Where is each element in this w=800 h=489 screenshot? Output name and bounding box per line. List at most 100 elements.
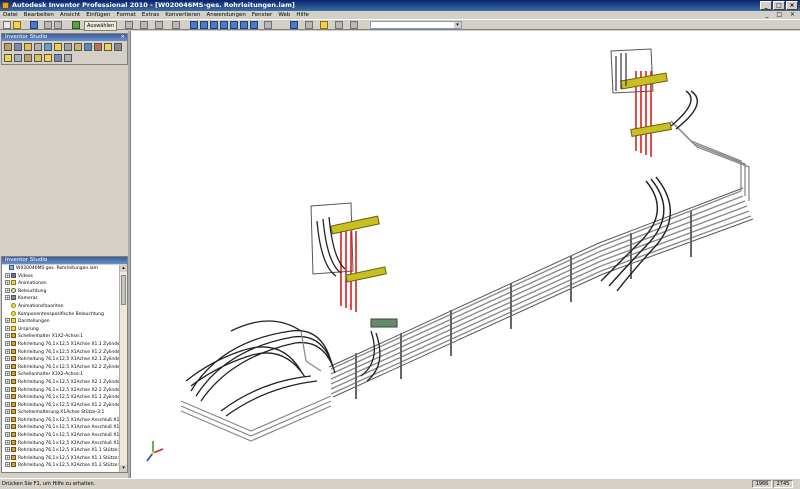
zoom-all-icon[interactable]	[190, 21, 198, 29]
shadow-icon[interactable]	[320, 21, 328, 29]
animate-fades-icon[interactable]	[104, 43, 112, 51]
animation-timeline-icon[interactable]	[84, 43, 92, 51]
camera-icon[interactable]	[305, 21, 313, 29]
minimize-button[interactable]: _	[760, 1, 772, 10]
tree-item[interactable]: + Schellenhalter X1X2-Achse:1	[2, 333, 120, 341]
redo-icon[interactable]	[54, 21, 62, 29]
studio-settings-icon[interactable]	[64, 54, 72, 62]
expand-icon[interactable]: +	[5, 409, 10, 415]
tree-item[interactable]: + Rohrleitung 76,1×12,5 X2Achse X1.1 Zyli…	[2, 394, 120, 402]
parameter-favorites-icon[interactable]	[44, 54, 52, 62]
scene-styles-icon[interactable]	[44, 43, 52, 51]
menu-bearbeiten[interactable]: Bearbeiten	[21, 11, 57, 19]
video-producer-icon[interactable]	[54, 54, 62, 62]
menu-datei[interactable]: Datei	[0, 11, 21, 19]
look-at-icon[interactable]	[250, 21, 258, 29]
expand-icon[interactable]: +	[5, 363, 10, 369]
animate-positional-icon[interactable]	[14, 54, 22, 62]
tree-item[interactable]: + Schellenhalterung X1Achse Stütze-3:1	[2, 409, 120, 417]
tree-item[interactable]: + Videos	[2, 272, 120, 281]
graphics-viewport[interactable]	[130, 31, 800, 478]
zoom-icon[interactable]	[210, 21, 218, 29]
tree-item[interactable]: + Ursprung	[2, 325, 120, 334]
menu-format[interactable]: Format	[114, 11, 139, 19]
expand-icon[interactable]: +	[5, 394, 10, 400]
maximize-button[interactable]: □	[773, 1, 785, 10]
expand-icon[interactable]: +	[5, 401, 10, 407]
tree-item[interactable]: + Rohrleitung 76,1×12,5 X1Achse X2.2 Zyli…	[2, 363, 120, 372]
menu-extras[interactable]: Extras	[139, 11, 162, 19]
tree-item[interactable]: + Rohrleitung 76,1×12,5 X1Achse Anschluß …	[2, 416, 120, 425]
tree-item[interactable]: Komponentenspezifische Beleuchtung	[2, 310, 120, 319]
panel-header-top[interactable]: Inventor Studio ×	[2, 34, 127, 41]
tree-item[interactable]: + Darstellungen	[2, 318, 120, 326]
tree-item[interactable]: + Rohrleitung 76,1×12,5 X1Achse X1.1 Stüt…	[2, 447, 120, 455]
local-lights-icon[interactable]	[64, 43, 72, 51]
close-icon[interactable]: ×	[120, 34, 125, 41]
return-icon[interactable]	[125, 21, 133, 29]
expand-icon[interactable]: +	[5, 378, 10, 384]
expand-icon[interactable]: +	[5, 416, 10, 422]
zoom-window-icon[interactable]	[200, 21, 208, 29]
tree-item[interactable]: + Rohrleitung 76,1×12,5 X1Achse Anschluß …	[2, 424, 120, 432]
new-icon[interactable]	[3, 21, 11, 29]
expand-icon[interactable]: +	[5, 424, 10, 430]
tree-item[interactable]: + Rohrleitung 76,1×12,5 X2Achse X2.2 Zyli…	[2, 386, 120, 395]
expand-icon[interactable]: +	[5, 325, 10, 331]
expand-icon[interactable]: +	[5, 356, 10, 362]
animate-components-icon[interactable]	[94, 43, 102, 51]
scroll-thumb[interactable]	[121, 275, 126, 305]
rotate-icon[interactable]	[240, 21, 248, 29]
expand-icon[interactable]: +	[5, 462, 10, 468]
select-icon[interactable]	[72, 21, 80, 29]
scroll-down-icon[interactable]: ▾	[120, 465, 127, 472]
menu-hilfe[interactable]: Hilfe	[293, 11, 312, 19]
menu-einfuegen[interactable]: Einfügen	[83, 11, 113, 19]
lighting-styles-icon[interactable]	[34, 43, 42, 51]
render-animation-icon[interactable]	[14, 43, 22, 51]
tree-item[interactable]: Animationsfavoriten	[2, 302, 120, 311]
select-button[interactable]: Auswählen	[84, 21, 118, 31]
tree-item[interactable]: + Animationen	[2, 280, 120, 288]
scroll-up-icon[interactable]: ▴	[120, 265, 127, 272]
tree-item[interactable]: W020046MS ges. Rohrleitungen.iam	[2, 265, 120, 273]
tree-item[interactable]: + Rohrleitung 76,1×12,5 X2Achse Anschluß …	[2, 432, 120, 440]
tree-scrollbar[interactable]: ▴ ▾	[119, 265, 127, 472]
expand-icon[interactable]: +	[5, 280, 10, 286]
save-icon[interactable]	[30, 21, 38, 29]
tree-item[interactable]: + Kameras	[2, 295, 120, 303]
expand-icon[interactable]: +	[5, 439, 10, 445]
tree-item[interactable]: + Rohrleitung 76,1×12,5 X2Achse Anschluß …	[2, 439, 120, 448]
tree-item[interactable]: + Rohrleitung 76,1×12,5 X1Achse X1.1 Stüt…	[2, 454, 120, 463]
expand-icon[interactable]: +	[5, 348, 10, 354]
camera-tool-icon[interactable]	[54, 43, 62, 51]
undo-icon[interactable]	[44, 21, 52, 29]
expand-icon[interactable]: +	[5, 340, 10, 346]
props-icon[interactable]	[74, 43, 82, 51]
mdi-window-controls[interactable]: _ □ ×	[765, 11, 798, 18]
expand-icon[interactable]: +	[5, 318, 10, 324]
expand-icon[interactable]: +	[5, 454, 10, 460]
expand-icon[interactable]: +	[5, 295, 10, 301]
expand-icon[interactable]: +	[5, 287, 10, 293]
measure-icon[interactable]	[172, 21, 180, 29]
expand-icon[interactable]: +	[5, 447, 10, 453]
color-icon[interactable]	[335, 21, 343, 29]
menu-fenster[interactable]: Fenster	[249, 11, 275, 19]
surface-styles-icon[interactable]	[24, 43, 32, 51]
animate-light-icon[interactable]	[34, 54, 42, 62]
tree-item[interactable]: + Rohrleitung 76,1×12,5 X1Achse X1.2 Zyli…	[2, 348, 120, 357]
pan-icon[interactable]	[220, 21, 228, 29]
tree-item[interactable]: + Rohrleitung 76,1×12,5 X2Achse X1.2 Stüt…	[2, 462, 120, 470]
expand-icon[interactable]: +	[5, 333, 10, 339]
tree-item[interactable]: + Rohrleitung 76,1×12,5 X1Achse X2.1 Zyli…	[2, 356, 120, 364]
menu-anwendungen[interactable]: Anwendungen	[203, 11, 248, 19]
expand-icon[interactable]: +	[5, 371, 10, 377]
update-icon[interactable]	[155, 21, 163, 29]
close-button[interactable]: ×	[786, 1, 798, 10]
menu-ansicht[interactable]: Ansicht	[57, 11, 83, 19]
expand-icon[interactable]: +	[5, 432, 10, 438]
open-icon[interactable]	[13, 21, 21, 29]
animate-parameters-icon[interactable]	[4, 54, 12, 62]
style-combo[interactable]: ▾	[370, 21, 462, 29]
